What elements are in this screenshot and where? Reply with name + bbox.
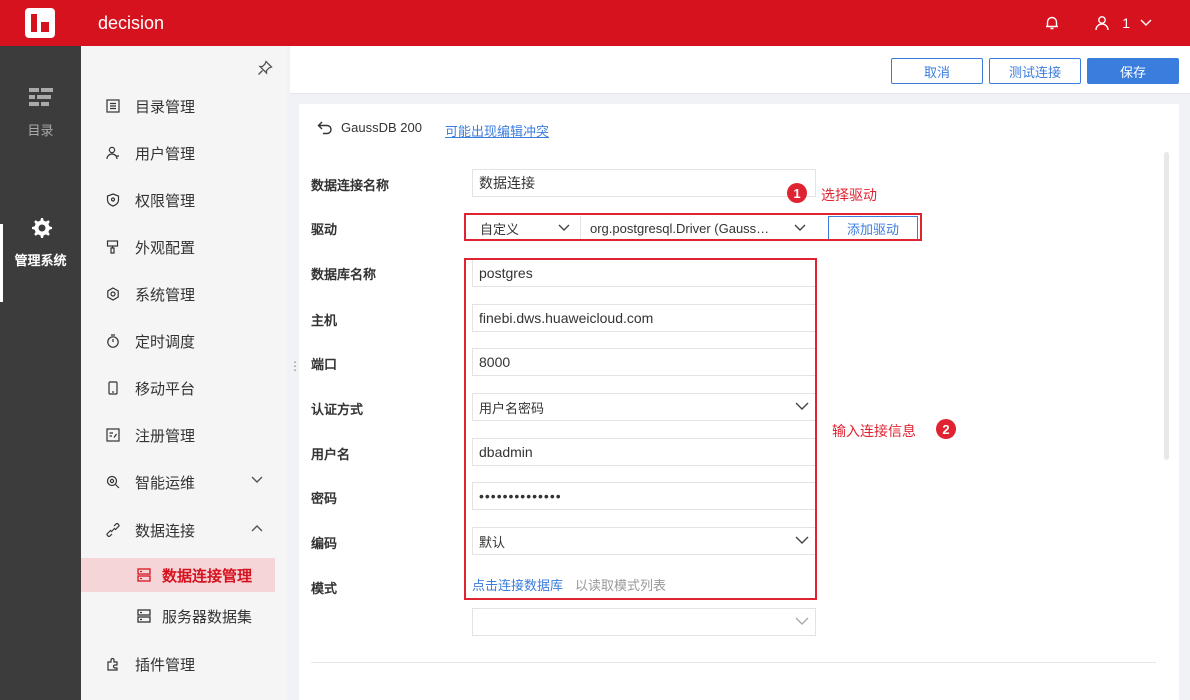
- header-right: 1: [1044, 15, 1164, 31]
- annotation-badge-1: 1: [787, 183, 807, 203]
- mobile-icon: [105, 380, 121, 396]
- chevron-down-icon: [1140, 19, 1152, 26]
- sidebar-item-label: 智能运维: [135, 474, 196, 492]
- rail-item-directory[interactable]: 目录: [0, 88, 81, 139]
- sidebar-subitem-server-dataset[interactable]: 服务器数据集: [81, 599, 275, 633]
- chevron-down-icon: [795, 617, 809, 625]
- bell-icon[interactable]: [1044, 15, 1060, 31]
- list-icon: [105, 98, 121, 114]
- left-rail: 目录 管理系统: [0, 46, 81, 700]
- annotation-box-driver: [464, 213, 922, 241]
- db-type-label: GaussDB 200: [341, 120, 422, 135]
- driver-label: 驱动: [311, 222, 338, 237]
- gear-icon: [31, 218, 52, 238]
- sidebar-subitem-label: 数据连接管理: [162, 567, 253, 585]
- database-icon: [137, 568, 151, 582]
- schema-select[interactable]: [472, 608, 816, 636]
- sidebar-item-label: 系统管理: [135, 286, 196, 304]
- link-icon: [105, 522, 121, 538]
- edit-conflict-link[interactable]: 可能出现编辑冲突: [445, 121, 549, 140]
- rail-label-directory: 目录: [27, 123, 54, 138]
- user-menu[interactable]: 1: [1094, 15, 1164, 31]
- logo-mark: [25, 8, 55, 38]
- annotation-badge-2: 2: [936, 419, 956, 439]
- sidebar-item-system-mgmt[interactable]: 系统管理: [81, 277, 287, 311]
- sidebar-item-permission-mgmt[interactable]: 权限管理: [81, 183, 287, 217]
- sidebar-item-label: 定时调度: [135, 333, 196, 351]
- sidebar-subitem-label: 服务器数据集: [162, 608, 253, 626]
- sidebar-item-label: 用户管理: [135, 145, 196, 163]
- conn-name-input[interactable]: 数据连接: [472, 169, 816, 197]
- sidebar-item-register[interactable]: 注册管理: [81, 418, 287, 452]
- connection-form-panel: GaussDB 200 可能出现编辑冲突 数据连接名称 数据连接 驱动 自定义 …: [299, 104, 1179, 700]
- ops-icon: [105, 474, 121, 490]
- sidebar-item-label: 注册管理: [135, 427, 196, 445]
- sidebar-item-plugin-mgmt[interactable]: 插件管理: [81, 647, 287, 681]
- mode-label: 模式: [311, 581, 338, 596]
- sidebar-item-label: 移动平台: [135, 380, 196, 398]
- annotation-text-1: 选择驱动: [821, 187, 877, 203]
- sidebar-item-label: 目录管理: [135, 98, 196, 116]
- app-logo[interactable]: [0, 0, 80, 46]
- annotation-box-connection-info: [464, 258, 817, 600]
- sidebar-item-smart-ops[interactable]: 智能运维: [81, 465, 287, 499]
- register-icon: [105, 427, 121, 443]
- cancel-button[interactable]: 取消: [891, 58, 983, 84]
- encoding-label: 编码: [311, 536, 338, 551]
- rail-item-admin[interactable]: 管理系统: [0, 216, 81, 269]
- scrollbar[interactable]: [1164, 152, 1169, 460]
- username-label: 用户名: [311, 447, 351, 462]
- password-label: 密码: [311, 491, 338, 506]
- sidebar-item-data-connection[interactable]: 数据连接: [81, 513, 287, 547]
- sidebar-item-label: 权限管理: [135, 192, 196, 210]
- secondary-sidebar: 目录管理 用户管理 权限管理 外观配置 系统管理 定时调度 移动平台 注册管理 …: [81, 46, 287, 700]
- sidebar-item-directory-mgmt[interactable]: 目录管理: [81, 89, 287, 123]
- chevron-down-icon: [251, 476, 263, 483]
- top-header: decision 1: [0, 0, 1190, 46]
- sidebar-item-mobile[interactable]: 移动平台: [81, 371, 287, 405]
- port-label: 端口: [311, 357, 338, 372]
- sidebar-item-label: 插件管理: [135, 656, 196, 674]
- back-button[interactable]: GaussDB 200: [317, 120, 422, 135]
- sidebar-subitem-data-connection-mgmt[interactable]: 数据连接管理: [81, 558, 275, 592]
- sidebar-item-label: 外观配置: [135, 239, 196, 257]
- user-name: 1: [1122, 15, 1130, 31]
- db-name-label: 数据库名称: [311, 267, 377, 282]
- user-icon: [105, 145, 121, 161]
- sidebar-item-appearance[interactable]: 外观配置: [81, 230, 287, 264]
- settings-icon: [105, 286, 121, 302]
- plugin-icon: [105, 656, 121, 672]
- rail-label-admin: 管理系统: [14, 253, 67, 268]
- conn-name-label: 数据连接名称: [311, 178, 390, 193]
- app-title: decision: [98, 12, 165, 33]
- back-arrow-icon: [317, 121, 332, 134]
- directory-icon: [28, 88, 53, 106]
- timer-icon: [105, 333, 121, 349]
- sidebar-item-user-mgmt[interactable]: 用户管理: [81, 136, 287, 170]
- annotation-text-2: 输入连接信息: [832, 423, 916, 439]
- save-button[interactable]: 保存: [1087, 58, 1179, 84]
- test-connection-button[interactable]: 测试连接: [989, 58, 1081, 84]
- host-label: 主机: [311, 313, 338, 328]
- sidebar-item-schedule[interactable]: 定时调度: [81, 324, 287, 358]
- user-icon: [1095, 16, 1109, 31]
- server-dataset-icon: [137, 609, 151, 623]
- sidebar-item-label: 数据连接: [135, 522, 196, 540]
- auth-label: 认证方式: [311, 402, 364, 417]
- chevron-up-icon: [251, 525, 263, 532]
- brush-icon: [105, 239, 121, 255]
- shield-icon: [105, 192, 121, 208]
- form-divider: [311, 662, 1156, 663]
- action-toolbar: 取消 测试连接 保存: [290, 46, 1190, 94]
- pin-icon[interactable]: [257, 60, 273, 76]
